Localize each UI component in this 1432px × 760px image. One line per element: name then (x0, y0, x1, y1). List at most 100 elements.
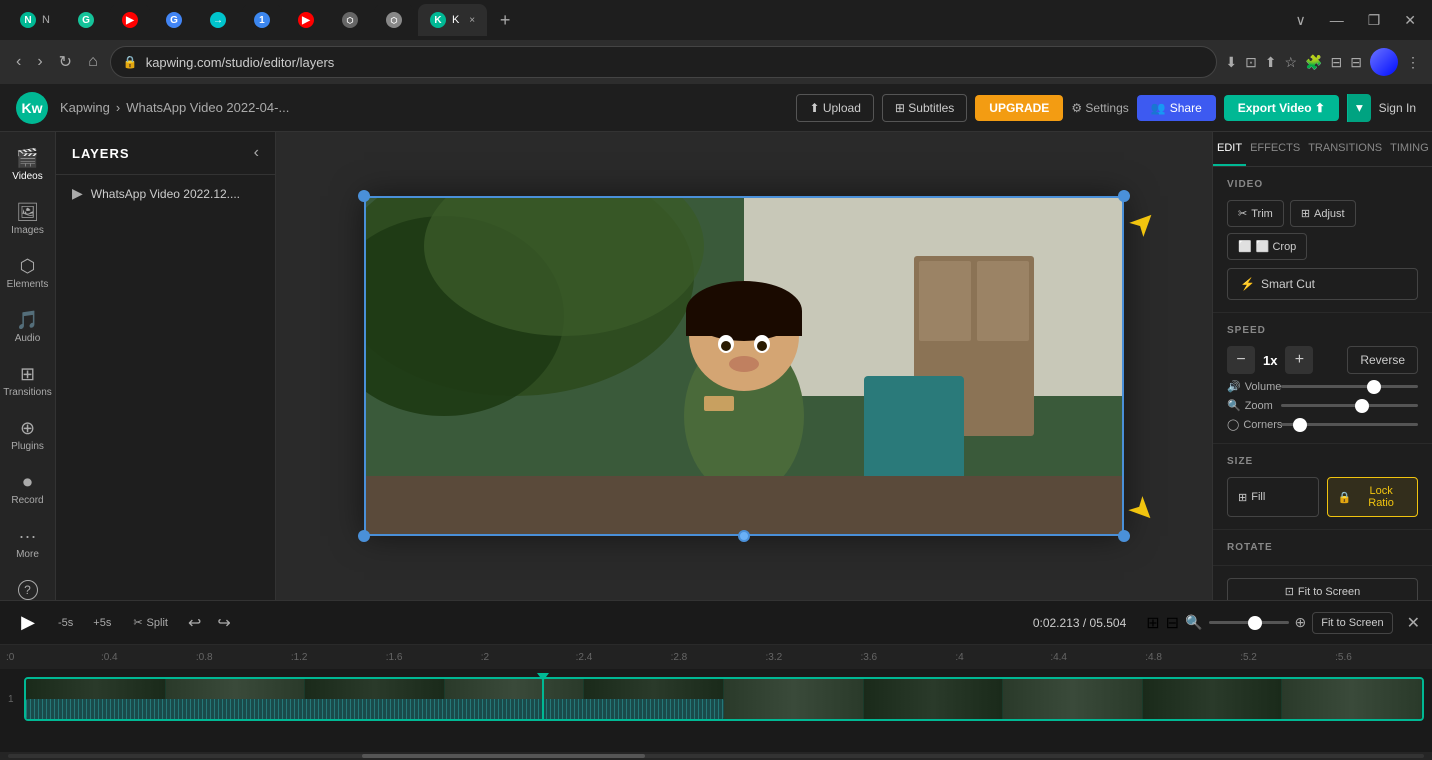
tool-transitions[interactable]: ⊞ Transitions (4, 356, 52, 406)
share-addr-icon[interactable]: ⬆ (1265, 54, 1277, 71)
new-tab-button[interactable]: + (491, 6, 519, 34)
close-timeline-button[interactable]: ✕ (1407, 613, 1420, 633)
tab-close-kapwing[interactable]: × (469, 15, 475, 26)
speed-decrease-button[interactable]: − (1227, 346, 1255, 374)
bookmark-icon[interactable]: ☆ (1285, 54, 1298, 71)
undo-button[interactable]: ↩ (184, 609, 205, 637)
export-dropdown-button[interactable]: ▾ (1347, 94, 1371, 122)
zoom-in-button[interactable]: ⊕ (1295, 614, 1307, 631)
video-svg (364, 196, 1124, 536)
fit-to-screen-button[interactable]: ⊡ Fit to Screen (1227, 578, 1418, 600)
volume-slider[interactable] (1281, 385, 1418, 388)
tab-youtube2[interactable]: ▶ (286, 4, 326, 36)
tab-misc1[interactable]: ⬡ (330, 4, 370, 36)
play-button[interactable]: ▶ (12, 607, 44, 639)
tab-favicon-grammarly: G (78, 12, 94, 28)
trim-button[interactable]: ✂ Trim (1227, 200, 1284, 227)
tool-plugins[interactable]: ⊕ Plugins (4, 410, 52, 460)
handle-top-left[interactable] (358, 190, 370, 202)
upgrade-button[interactable]: UPGRADE (975, 95, 1063, 121)
tool-audio[interactable]: 🎵 Audio (4, 302, 52, 352)
skip-back-button[interactable]: -5s (52, 613, 79, 633)
tab-upwork[interactable]: N N (8, 4, 62, 36)
fill-button[interactable]: ⊞ Fill (1227, 477, 1319, 517)
tab-misc2[interactable]: ⬡ (374, 4, 414, 36)
win-minimize[interactable]: — (1322, 8, 1352, 32)
handle-bottom-right[interactable] (1118, 530, 1130, 542)
tab-favicon-upwork: N (20, 12, 36, 28)
layers-collapse-button[interactable]: ‹ (254, 144, 259, 162)
forward-button[interactable]: › (33, 49, 46, 75)
url-box[interactable]: 🔒 kapwing.com/studio/editor/layers (110, 46, 1218, 78)
ruler-mark-10: :4 (953, 652, 1048, 663)
win-maximize[interactable]: ❐ (1360, 8, 1389, 33)
win-close[interactable]: ✕ (1396, 8, 1424, 33)
extensions-icon[interactable]: 🧩 (1305, 54, 1322, 71)
tab-smartproxy[interactable]: → (198, 4, 238, 36)
scroll-track[interactable] (8, 754, 1424, 758)
corners-icon: ◯ (1227, 418, 1239, 431)
corners-slider[interactable] (1281, 423, 1418, 426)
tool-help[interactable]: ? Help (4, 572, 52, 600)
tool-images[interactable]: 🖼 Images (4, 194, 52, 244)
tool-elements[interactable]: ⬡ Elements (4, 248, 52, 298)
layer-item-0[interactable]: ▶ WhatsApp Video 2022.12.... (56, 175, 275, 212)
ruler-mark-13: :5.2 (1238, 652, 1333, 663)
split-button[interactable]: ✂ Split (125, 612, 176, 633)
tab-transitions[interactable]: TRANSITIONS (1304, 132, 1386, 166)
thumb-8 (1003, 679, 1143, 719)
handle-bottom-left[interactable] (358, 530, 370, 542)
export-button[interactable]: Export Video ⬆ (1224, 95, 1339, 121)
skip-forward-button[interactable]: +5s (87, 613, 117, 633)
zoom-out-button[interactable]: 🔍 (1185, 614, 1202, 631)
subtitles-button[interactable]: ⊞ Subtitles (882, 94, 967, 122)
back-button[interactable]: ‹ (12, 49, 25, 75)
canvas-area: ➤ ➤ (276, 132, 1212, 600)
reload-button[interactable]: ↻ (55, 48, 76, 76)
lock-ratio-button[interactable]: 🔒 Lock Ratio (1327, 477, 1419, 517)
fit-screen-label: Fit to Screen (1298, 586, 1360, 598)
home-button[interactable]: ⌂ (84, 49, 102, 75)
sync-icon[interactable]: ⊟ (1331, 54, 1343, 71)
sidebar-icon[interactable]: ⊟ (1350, 54, 1362, 71)
tab-google[interactable]: G (154, 4, 194, 36)
scroll-thumb[interactable] (362, 754, 645, 758)
playhead[interactable] (542, 677, 544, 721)
handle-top-right[interactable] (1118, 190, 1130, 202)
tab-edit[interactable]: EDIT (1213, 132, 1246, 166)
profile-avatar[interactable] (1370, 48, 1398, 76)
reverse-button[interactable]: Reverse (1347, 346, 1418, 374)
tab-kapwing[interactable]: K K × (418, 4, 487, 36)
tab-effects[interactable]: EFFECTS (1246, 132, 1304, 166)
timeline-zoom-slider[interactable] (1209, 621, 1289, 624)
menu-icon[interactable]: ⋮ (1406, 54, 1420, 71)
upload-button[interactable]: ⬆ Upload (796, 94, 873, 122)
fill-icon: ⊞ (1238, 491, 1247, 504)
handle-bottom-center[interactable] (738, 530, 750, 542)
win-expand[interactable]: ∨ (1287, 8, 1313, 33)
tab-youtube1[interactable]: ▶ (110, 4, 150, 36)
fit-to-screen-timeline-button[interactable]: Fit to Screen (1312, 612, 1392, 634)
zoom-slider[interactable] (1281, 404, 1418, 407)
settings-button[interactable]: ⚙ Settings (1071, 101, 1128, 115)
ruler-mark-12: :4.8 (1143, 652, 1238, 663)
tab-1password[interactable]: 1 (242, 4, 282, 36)
smart-cut-button[interactable]: ⚡ Smart Cut (1227, 268, 1418, 300)
window-controls: ∨ — ❐ ✕ (1287, 8, 1424, 33)
tool-more[interactable]: ··· More (4, 518, 52, 568)
track-content-1[interactable] (24, 677, 1424, 721)
cast-icon[interactable]: ⊡ (1245, 54, 1257, 71)
tab-timing[interactable]: TIMING (1386, 132, 1432, 166)
tab-grammarly[interactable]: G (66, 4, 106, 36)
speed-increase-button[interactable]: + (1285, 346, 1313, 374)
signin-button[interactable]: Sign In (1379, 101, 1416, 115)
redo-button[interactable]: ↪ (213, 609, 234, 637)
share-button[interactable]: 👥 Share (1137, 95, 1216, 121)
download-icon[interactable]: ⬇ (1225, 54, 1237, 71)
zoom-label-icon: 🔍 (1227, 399, 1241, 412)
crop-button[interactable]: ⬜ ⬜ Crop (1227, 233, 1307, 260)
adjust-button[interactable]: ⊞ Adjust (1290, 200, 1356, 227)
tool-record[interactable]: ⏺ Record (4, 464, 52, 514)
brand-link[interactable]: Kapwing (60, 100, 110, 115)
tool-videos[interactable]: 🎬 Videos (4, 140, 52, 190)
